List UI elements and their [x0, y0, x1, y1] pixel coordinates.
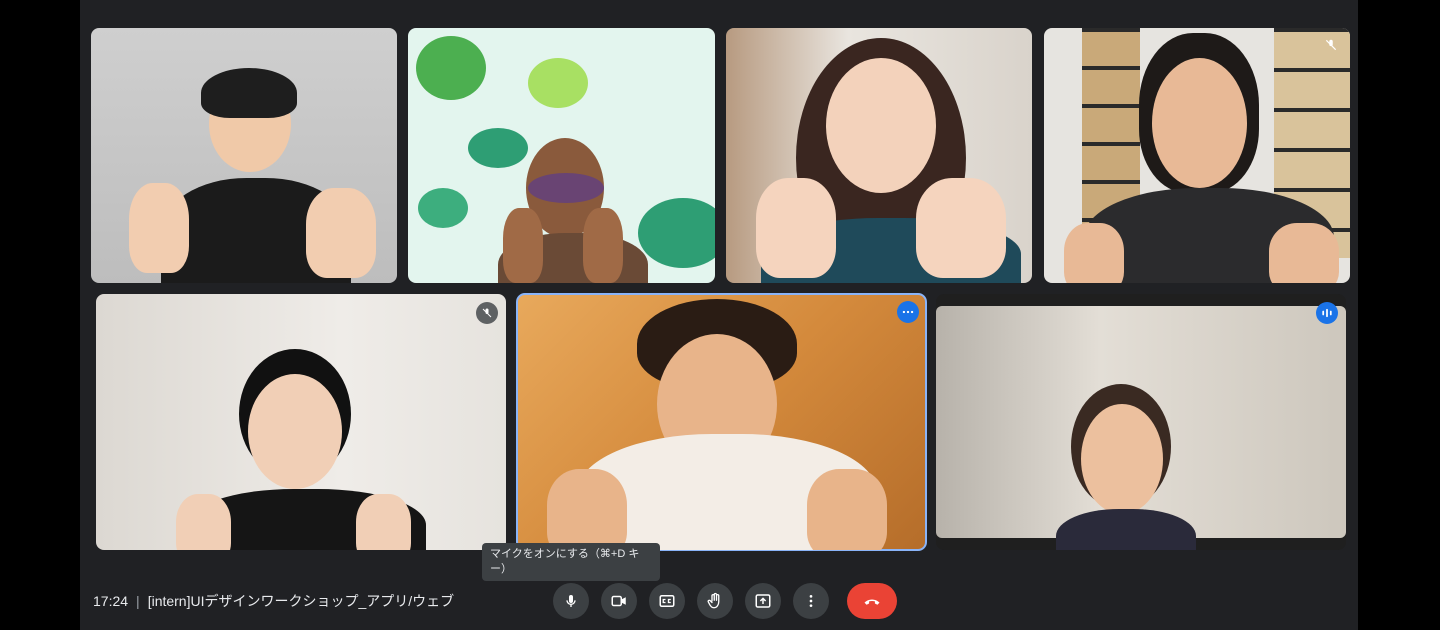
self-view-tile[interactable]	[516, 293, 927, 551]
participant-tile[interactable]	[1044, 28, 1350, 283]
muted-icon	[1320, 34, 1342, 56]
participant-tile[interactable]	[91, 28, 397, 283]
camera-icon	[611, 595, 626, 607]
speaking-indicator-icon	[1316, 302, 1338, 324]
raise-hand-button[interactable]	[697, 583, 733, 619]
participant-tile[interactable]	[408, 28, 715, 283]
meeting-separator: |	[136, 593, 140, 609]
more-options-icon[interactable]	[897, 301, 919, 323]
mic-tooltip: マイクをオンにする（⌘+D キー）	[482, 543, 660, 581]
leave-call-button[interactable]	[847, 583, 897, 619]
muted-icon	[476, 302, 498, 324]
participant-tile[interactable]	[96, 294, 506, 550]
raise-hand-icon	[707, 592, 720, 609]
present-screen-icon	[755, 594, 771, 608]
participant-tile[interactable]	[936, 294, 1346, 550]
call-controls	[553, 583, 897, 619]
camera-button[interactable]	[601, 583, 637, 619]
participant-tile[interactable]	[726, 28, 1032, 283]
more-options-icon	[809, 595, 813, 607]
captions-icon	[659, 595, 675, 607]
meeting-info: 17:24 | [intern]UIデザインワークショップ_アプリ/ウェブ	[93, 591, 454, 611]
meeting-title: [intern]UIデザインワークショップ_アプリ/ウェブ	[147, 593, 455, 609]
meet-window: マイクをオンにする（⌘+D キー） 17:24 | [intern]UIデザインワー…	[80, 0, 1358, 630]
end-call-icon	[864, 599, 880, 605]
captions-button[interactable]	[649, 583, 685, 619]
microphone-icon	[566, 595, 576, 607]
meeting-time: 17:24	[93, 593, 129, 609]
microphone-button[interactable]	[553, 583, 589, 619]
present-button[interactable]	[745, 583, 781, 619]
more-options-button[interactable]	[793, 583, 829, 619]
